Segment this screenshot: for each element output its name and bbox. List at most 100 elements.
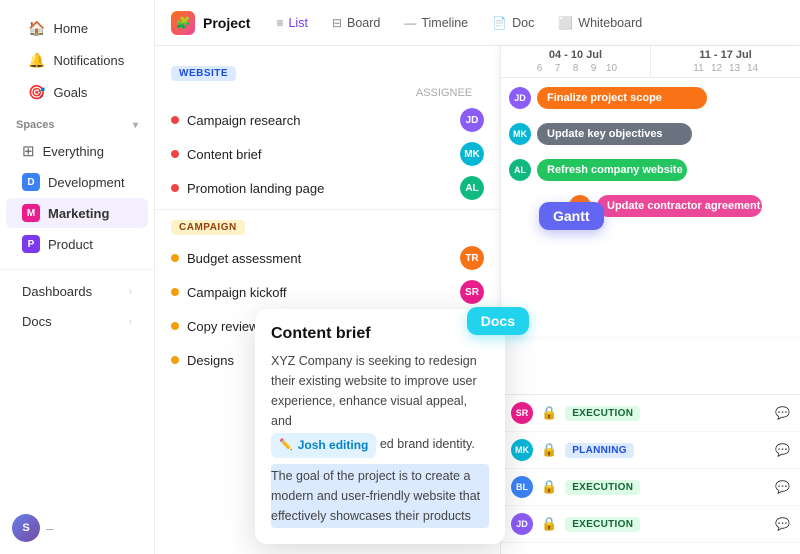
tab-whiteboard[interactable]: ⬜ Whiteboard [548, 11, 652, 35]
spaces-chevron-icon: ▾ [133, 120, 138, 131]
goals-icon: 🎯 [28, 84, 45, 101]
priority-dot [171, 254, 179, 262]
avatar: JD [511, 513, 533, 535]
list-icon: ≡ [276, 16, 283, 30]
gantt-rows: JD Finalize project scope MK Update key … [501, 78, 800, 226]
comment-icon: 💬 [775, 406, 790, 420]
gantt-row: AL Refresh company website [509, 156, 792, 184]
campaign-badge: CAMPAIGN [171, 220, 245, 235]
sidebar: 🏠 Home 🔔 Notifications 🎯 Goals Spaces ▾ … [0, 0, 155, 554]
priority-dot [171, 116, 179, 124]
avatar: AL [509, 159, 531, 181]
avatar: MK [460, 142, 484, 166]
user-avatar-area[interactable]: S – [12, 514, 54, 542]
lock-icon: 🔒 [541, 442, 557, 458]
top-nav: 🧩 Project ≡ List ⊟ Board — Timeline 📄 Do… [155, 0, 800, 46]
sidebar-item-development[interactable]: D Development [6, 167, 148, 197]
task-row[interactable]: Promotion landing page AL [155, 171, 500, 205]
grid-icon: ⊞ [22, 142, 35, 160]
dashboards-label: Dashboards [22, 284, 92, 299]
priority-dot [171, 322, 179, 330]
comment-icon: 💬 [775, 443, 790, 457]
timeline-icon: — [404, 16, 416, 30]
gantt-bar: Update key objectives [537, 123, 692, 145]
avatar: SR [511, 402, 533, 424]
tab-board[interactable]: ⊟ Board [322, 11, 390, 35]
bell-icon: 🔔 [28, 52, 45, 69]
column-headers: ASSIGNEE [155, 87, 500, 103]
avatar: MK [509, 123, 531, 145]
gantt-row: JD Finalize project scope [509, 84, 792, 112]
status-row: MK 🔒 PLANNING 💬 [501, 432, 800, 469]
gantt-bar: Finalize project scope [537, 87, 707, 109]
avatar: JD [460, 108, 484, 132]
project-icon: 🧩 [171, 11, 195, 35]
comment-icon: 💬 [775, 517, 790, 531]
avatar: SR [460, 280, 484, 304]
status-badge: EXECUTION [565, 406, 640, 421]
priority-dot [171, 356, 179, 364]
gantt-bar: Update contractor agreement [597, 195, 762, 217]
sidebar-item-marketing[interactable]: M Marketing [6, 198, 148, 228]
avatar: TR [460, 246, 484, 270]
status-row: JD 🔒 EXECUTION 💬 [501, 506, 800, 543]
avatar: BL [511, 476, 533, 498]
priority-dot [171, 150, 179, 158]
marketing-icon: M [22, 204, 40, 222]
status-rows-area: SR 🔒 EXECUTION 💬 MK 🔒 PLANNING 💬 BL 🔒 EX… [500, 394, 800, 554]
week2-label: 11 - 17 Jul [699, 49, 752, 61]
sidebar-item-home[interactable]: 🏠 Home [12, 13, 142, 44]
status-badge: PLANNING [565, 443, 634, 458]
website-badge: WEBSITE [171, 66, 236, 81]
sidebar-item-goals[interactable]: 🎯 Goals [12, 77, 142, 108]
docs-tooltip-badge: Docs [467, 307, 529, 335]
status-row: SR 🔒 EXECUTION 💬 [501, 395, 800, 432]
gantt-bar: Refresh company website [537, 159, 687, 181]
product-icon: P [22, 235, 40, 253]
week1-label: 04 - 10 Jul [549, 49, 602, 61]
pencil-icon: ✏️ [279, 437, 293, 455]
project-title: Project [203, 15, 250, 31]
task-row[interactable]: Campaign kickoff SR [155, 275, 500, 309]
status-badge: EXECUTION [565, 517, 640, 532]
home-icon: 🏠 [28, 20, 45, 37]
tab-doc[interactable]: 📄 Doc [482, 11, 544, 35]
avatar: AL [460, 176, 484, 200]
sidebar-item-docs[interactable]: Docs › [6, 307, 148, 336]
doc-icon: 📄 [492, 16, 507, 30]
lock-icon: 🔒 [541, 479, 557, 495]
highlighted-text: The goal of the project is to create a m… [271, 464, 489, 528]
gantt-row: MK Update key objectives [509, 120, 792, 148]
docs-panel-text: XYZ Company is seeking to redesign their… [271, 351, 489, 528]
task-row[interactable]: Campaign research JD [155, 103, 500, 137]
sidebar-bottom: Dashboards › Docs › [0, 269, 154, 336]
avatar: MK [511, 439, 533, 461]
gantt-tooltip-badge: Gantt [539, 202, 604, 230]
tab-list[interactable]: ≡ List [266, 11, 317, 35]
task-row[interactable]: Content brief MK [155, 137, 500, 171]
status-row: BL 🔒 EXECUTION 💬 [501, 469, 800, 506]
gantt-header: 04 - 10 Jul 6 7 8 9 10 11 - 17 Jul 11 12… [501, 46, 800, 78]
development-icon: D [22, 173, 40, 191]
tab-timeline[interactable]: — Timeline [394, 11, 478, 35]
priority-dot [171, 184, 179, 192]
status-badge: EXECUTION [565, 480, 640, 495]
whiteboard-icon: ⬜ [558, 16, 573, 30]
main-content: 🧩 Project ≡ List ⊟ Board — Timeline 📄 Do… [155, 0, 800, 554]
priority-dot [171, 288, 179, 296]
docs-panel-title: Content brief [271, 325, 489, 343]
spaces-section-label: Spaces ▾ [0, 109, 154, 135]
lock-icon: 🔒 [541, 516, 557, 532]
sidebar-item-dashboards[interactable]: Dashboards › [6, 277, 148, 306]
user-menu-dots: – [46, 520, 54, 536]
comment-icon: 💬 [775, 480, 790, 494]
josh-editing-badge: ✏️ Josh editing [271, 433, 376, 458]
gantt-overlay: 04 - 10 Jul 6 7 8 9 10 11 - 17 Jul 11 12… [500, 46, 800, 336]
sidebar-item-product[interactable]: P Product [6, 229, 148, 259]
sidebar-item-notifications[interactable]: 🔔 Notifications [12, 45, 142, 76]
sidebar-item-everything[interactable]: ⊞ Everything [6, 136, 148, 166]
board-icon: ⊟ [332, 16, 342, 30]
docs-label: Docs [22, 314, 52, 329]
task-row[interactable]: Budget assessment TR [155, 241, 500, 275]
avatar: S [12, 514, 40, 542]
